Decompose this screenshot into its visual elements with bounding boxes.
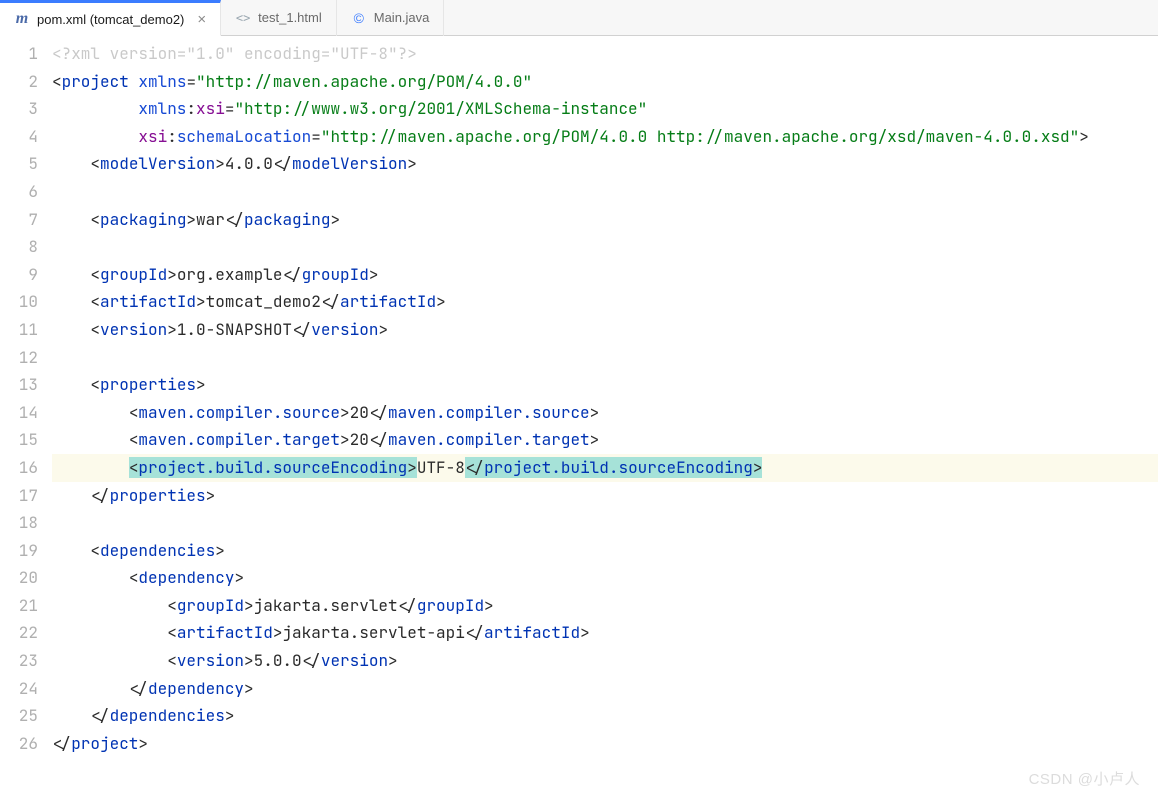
code-line[interactable]: <modelVersion>4.0.0</modelVersion> xyxy=(52,150,1158,178)
close-icon[interactable]: × xyxy=(191,12,206,27)
line-number: 10 xyxy=(0,288,38,316)
code-line[interactable]: <groupId>jakarta.servlet</groupId> xyxy=(52,592,1158,620)
line-number: 5 xyxy=(0,150,38,178)
code-line[interactable] xyxy=(52,344,1158,372)
maven-icon: m xyxy=(14,11,30,27)
line-number: 16 xyxy=(0,454,38,482)
line-number: 23 xyxy=(0,647,38,675)
line-number: 3 xyxy=(0,95,38,123)
code-line[interactable]: </dependency> xyxy=(52,675,1158,703)
tab-test-html[interactable]: <> test_1.html xyxy=(221,0,337,36)
code-line[interactable]: <?xml version="1.0" encoding="UTF-8"?> xyxy=(52,40,1158,68)
code-line[interactable]: xsi:schemaLocation="http://maven.apache.… xyxy=(52,123,1158,151)
tab-main-java[interactable]: © Main.java xyxy=(337,0,445,36)
line-number: 25 xyxy=(0,702,38,730)
line-number: 17 xyxy=(0,482,38,510)
line-number: 19 xyxy=(0,537,38,565)
line-number: 7 xyxy=(0,206,38,234)
java-class-icon: © xyxy=(351,10,367,26)
code-line[interactable]: <dependency> xyxy=(52,564,1158,592)
code-line[interactable]: <artifactId>jakarta.servlet-api</artifac… xyxy=(52,619,1158,647)
line-number: 13 xyxy=(0,371,38,399)
line-number: 8 xyxy=(0,233,38,261)
code-line[interactable]: <maven.compiler.target>20</maven.compile… xyxy=(52,426,1158,454)
line-number: 6 xyxy=(0,178,38,206)
code-editor[interactable]: 1234567891011121314151617181920212223242… xyxy=(0,36,1158,803)
code-line[interactable]: <artifactId>tomcat_demo2</artifactId> xyxy=(52,288,1158,316)
line-number: 11 xyxy=(0,316,38,344)
line-number: 1 xyxy=(0,40,38,68)
line-number: 14 xyxy=(0,399,38,427)
line-number: 2 xyxy=(0,68,38,96)
code-line[interactable] xyxy=(52,233,1158,261)
code-line[interactable]: <dependencies> xyxy=(52,537,1158,565)
code-line[interactable]: </properties> xyxy=(52,482,1158,510)
tab-label: Main.java xyxy=(374,10,430,25)
line-gutter: 1234567891011121314151617181920212223242… xyxy=(0,36,52,803)
tab-label: pom.xml (tomcat_demo2) xyxy=(37,12,184,27)
html-icon: <> xyxy=(235,10,251,26)
line-number: 12 xyxy=(0,344,38,372)
line-number: 21 xyxy=(0,592,38,620)
line-number: 20 xyxy=(0,564,38,592)
line-number: 9 xyxy=(0,261,38,289)
line-number: 24 xyxy=(0,675,38,703)
code-line[interactable]: <version>5.0.0</version> xyxy=(52,647,1158,675)
code-area[interactable]: <?xml version="1.0" encoding="UTF-8"?><p… xyxy=(52,36,1158,803)
code-line[interactable] xyxy=(52,509,1158,537)
code-line[interactable]: </project> xyxy=(52,730,1158,758)
code-line[interactable]: <properties> xyxy=(52,371,1158,399)
watermark: CSDN @小卢人 xyxy=(1029,768,1140,789)
tab-pom-xml[interactable]: m pom.xml (tomcat_demo2) × xyxy=(0,0,221,36)
line-number: 26 xyxy=(0,730,38,758)
code-line[interactable]: <groupId>org.example</groupId> xyxy=(52,261,1158,289)
line-number: 15 xyxy=(0,426,38,454)
code-line[interactable] xyxy=(52,178,1158,206)
code-line[interactable]: xmlns:xsi="http://www.w3.org/2001/XMLSch… xyxy=(52,95,1158,123)
code-line[interactable]: <project xmlns="http://maven.apache.org/… xyxy=(52,68,1158,96)
code-line[interactable]: <version>1.0-SNAPSHOT</version> xyxy=(52,316,1158,344)
code-line[interactable]: <packaging>war</packaging> xyxy=(52,206,1158,234)
line-number: 4 xyxy=(0,123,38,151)
line-number: 22 xyxy=(0,619,38,647)
tab-label: test_1.html xyxy=(258,10,322,25)
code-line[interactable]: </dependencies> xyxy=(52,702,1158,730)
code-line[interactable]: <maven.compiler.source>20</maven.compile… xyxy=(52,399,1158,427)
editor-tabbar: m pom.xml (tomcat_demo2) × <> test_1.htm… xyxy=(0,0,1158,36)
code-line[interactable]: <project.build.sourceEncoding>UTF-8</pro… xyxy=(52,454,1158,482)
line-number: 18 xyxy=(0,509,38,537)
